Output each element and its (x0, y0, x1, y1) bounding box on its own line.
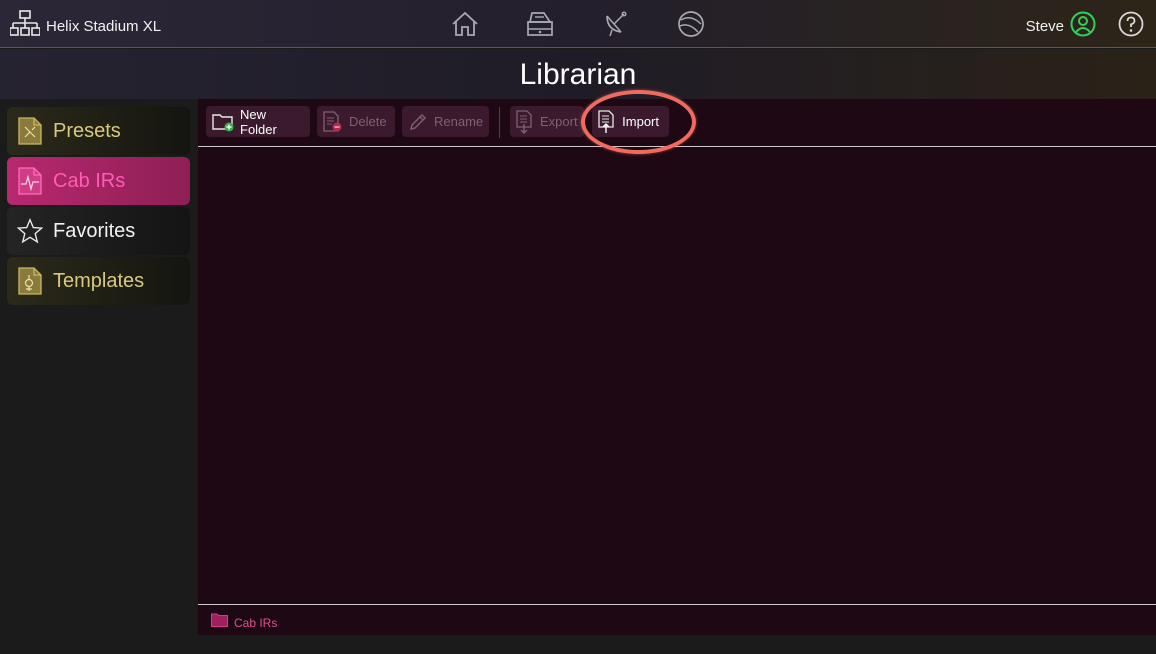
satellite-icon[interactable] (601, 9, 631, 39)
user-name: Steve (1025, 18, 1064, 35)
star-icon (17, 216, 43, 246)
rename-button[interactable]: Rename (402, 106, 489, 137)
device-selector[interactable]: Helix Stadium XL (9, 10, 162, 43)
sidebar: Presets Cab IRs Favorites Templates (0, 99, 198, 654)
sidebar-item-favorites[interactable]: Favorites (7, 207, 190, 255)
amp-icon[interactable] (525, 9, 555, 39)
network-icon (9, 10, 41, 43)
sidebar-item-templates[interactable]: Templates (7, 257, 190, 305)
toolbar: New Folder Delete Rename Export Import (198, 90, 1156, 154)
import-file-icon (598, 109, 616, 134)
export-button[interactable]: Export (510, 106, 584, 137)
new-folder-icon (212, 110, 234, 134)
sidebar-item-label: Favorites (53, 219, 136, 242)
export-label: Export (540, 114, 578, 129)
home-icon[interactable] (450, 9, 480, 39)
sidebar-item-presets[interactable]: Presets (7, 107, 190, 155)
delete-button[interactable]: Delete (317, 106, 395, 137)
sidebar-item-cab-irs[interactable]: Cab IRs (7, 157, 190, 205)
sidebar-item-label: Presets (53, 119, 121, 142)
pencil-icon (408, 110, 428, 134)
page-title: Librarian (519, 58, 637, 91)
new-folder-label: New Folder (240, 106, 277, 137)
ir-file-icon (17, 166, 43, 196)
footer-bar: Cab IRs (198, 604, 1156, 635)
delete-file-icon (323, 110, 343, 134)
sidebar-item-label: Cab IRs (53, 169, 126, 192)
delete-label: Delete (349, 114, 387, 129)
title-bar: Librarian (0, 49, 1156, 99)
globe-icon[interactable] (676, 9, 706, 39)
user-avatar-icon (1070, 11, 1096, 42)
sidebar-item-label: Templates (53, 269, 145, 292)
export-file-icon (516, 109, 534, 134)
breadcrumb-label: Cab IRs (234, 615, 278, 630)
device-name: Helix Stadium XL (46, 18, 162, 35)
top-bar: Helix Stadium XL Steve (0, 0, 1156, 48)
preset-file-icon (17, 116, 43, 146)
user-account[interactable]: Steve (1026, 11, 1096, 42)
breadcrumb[interactable]: Cab IRs (211, 613, 277, 632)
bottom-strip (198, 635, 1156, 654)
new-folder-button[interactable]: New Folder (206, 106, 310, 137)
main-panel: New Folder Delete Rename Export Import C… (198, 90, 1156, 635)
template-file-icon (17, 266, 43, 296)
import-button[interactable]: Import (592, 106, 669, 137)
toolbar-divider (499, 107, 500, 138)
rename-label: Rename (434, 114, 484, 129)
help-icon[interactable] (1118, 11, 1144, 42)
folder-icon (211, 613, 228, 632)
import-label: Import (622, 114, 659, 129)
